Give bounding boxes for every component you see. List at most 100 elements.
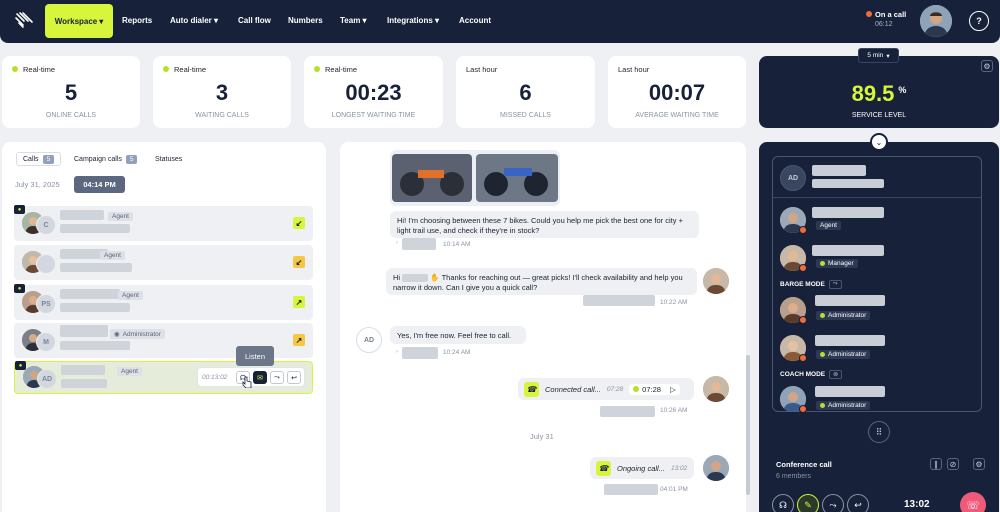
agent-avatar bbox=[703, 455, 729, 481]
stat-caption: LONGEST WAITING TIME bbox=[331, 112, 416, 119]
redacted-sender bbox=[583, 295, 655, 306]
tab-calls[interactable]: Calls 5 bbox=[16, 152, 62, 166]
stat-caption: MISSED CALLS bbox=[500, 112, 551, 119]
nav-auto-dialer[interactable]: Auto dialer ▾ bbox=[170, 16, 218, 25]
calls-date: July 31, 2025 bbox=[15, 180, 60, 189]
service-level-number: 89.5 bbox=[851, 81, 895, 106]
redacted-number bbox=[60, 263, 132, 272]
redacted-number bbox=[60, 224, 130, 233]
stat-label: Real-time bbox=[12, 65, 55, 74]
redacted-name bbox=[815, 335, 885, 346]
call-status[interactable]: On a call 06:12 bbox=[866, 10, 906, 28]
redacted-sender bbox=[604, 484, 658, 495]
redacted-number bbox=[812, 179, 884, 188]
call-duration: 13:02 bbox=[670, 464, 688, 472]
stat-label-text: Real-time bbox=[325, 65, 358, 74]
tab-campaign-calls[interactable]: Campaign calls 5 bbox=[68, 152, 143, 166]
barge-mode-label: BARGE MODE ⤳ bbox=[780, 280, 842, 289]
agent-initials bbox=[36, 254, 56, 274]
chevron-down-icon: ▾ bbox=[214, 16, 219, 25]
collapse-chevron-icon[interactable]: ⌄ bbox=[870, 133, 888, 151]
bike-images[interactable] bbox=[390, 150, 560, 206]
chevron-down-icon: ▾ bbox=[886, 52, 890, 60]
settings-gear-icon[interactable]: ⚙ bbox=[973, 458, 985, 470]
nav-team[interactable]: Team ▾ bbox=[340, 16, 367, 25]
reply-icon: › bbox=[396, 349, 398, 355]
record-icon bbox=[633, 386, 640, 392]
customer-avatar: AD bbox=[356, 327, 382, 353]
interval-select[interactable]: 5 min ▾ bbox=[858, 48, 899, 63]
help-icon[interactable]: ? bbox=[969, 11, 989, 31]
stat-label: Real-time bbox=[163, 65, 206, 74]
redacted-name bbox=[60, 210, 104, 220]
nav-account[interactable]: Account bbox=[459, 16, 491, 25]
online-dot-icon bbox=[820, 261, 825, 266]
stat-value: 00:23 bbox=[345, 80, 402, 105]
barge-icon: ⤳ bbox=[828, 280, 842, 289]
nav-integrations-label: Integrations bbox=[387, 16, 433, 25]
redacted-sender bbox=[600, 406, 655, 417]
message-time: 04:01 PM bbox=[660, 486, 688, 493]
mute-icon[interactable]: ⊘ bbox=[947, 458, 959, 470]
stat-label-text: Real-time bbox=[23, 65, 56, 74]
message-greeting: Hi bbox=[393, 273, 401, 282]
call-row[interactable]: Agent ↙ bbox=[14, 245, 313, 280]
logo-icon[interactable] bbox=[14, 11, 34, 31]
call-row[interactable]: ● C Agent ↙ bbox=[14, 205, 313, 241]
role-badge: Manager bbox=[816, 259, 858, 268]
settings-gear-icon[interactable]: ⚙ bbox=[981, 60, 993, 72]
barge-icon[interactable]: ⤳ bbox=[822, 494, 844, 512]
reply-icon: › bbox=[396, 240, 398, 246]
stat-value: 00:07 bbox=[648, 80, 706, 105]
status-dot-icon bbox=[799, 354, 807, 362]
coach-hat-icon[interactable]: ✎ bbox=[797, 494, 819, 512]
play-icon[interactable]: ▷ bbox=[670, 385, 676, 394]
whisper-icon[interactable]: ✉ bbox=[253, 371, 267, 384]
redacted-number bbox=[60, 341, 130, 350]
online-dot-icon bbox=[820, 352, 825, 357]
nav-call-flow[interactable]: Call flow bbox=[238, 16, 271, 25]
coach-mode-text: COACH MODE bbox=[780, 371, 826, 378]
status-dot-icon bbox=[799, 264, 807, 272]
cursor-hand-icon bbox=[242, 376, 252, 388]
recording-player[interactable]: 07:28 ▷ bbox=[629, 383, 680, 395]
return-icon[interactable]: ↩ bbox=[287, 371, 301, 384]
nav-workspace[interactable]: Workspace ▾ bbox=[45, 4, 113, 38]
tab-statuses[interactable]: Statuses bbox=[149, 152, 188, 166]
hang-up-icon[interactable]: ☏ bbox=[960, 492, 986, 512]
role-badge: Agent bbox=[118, 291, 143, 300]
stat-caption: AVERAGE WAITING TIME bbox=[635, 112, 719, 119]
stat-label: Last hour bbox=[618, 65, 650, 74]
role-badge: Agent bbox=[816, 221, 841, 230]
role-badge-label: Administrator bbox=[122, 330, 161, 338]
online-dot-icon bbox=[820, 403, 825, 408]
transfer-back-icon[interactable]: ↩ bbox=[847, 494, 869, 512]
redacted-name bbox=[815, 295, 885, 306]
nav-reports[interactable]: Reports bbox=[122, 16, 152, 25]
agent-initials: PS bbox=[36, 294, 56, 314]
dialpad-icon[interactable]: ⠿ bbox=[868, 421, 890, 443]
nav-numbers[interactable]: Numbers bbox=[288, 16, 323, 25]
agent-initials: M bbox=[36, 332, 56, 352]
recording-duration: 07:28 bbox=[642, 384, 661, 394]
barge-icon[interactable]: ⤳ bbox=[270, 371, 284, 384]
stat-card-missed-calls: Last hour 6 MISSED CALLS bbox=[456, 56, 595, 128]
pause-icon[interactable]: ∥ bbox=[930, 458, 942, 470]
tab-count-badge: 5 bbox=[125, 154, 138, 164]
nav-integrations[interactable]: Integrations ▾ bbox=[387, 16, 439, 25]
chat-scrollbar[interactable] bbox=[746, 355, 750, 495]
live-dot-icon bbox=[163, 66, 169, 72]
redacted-name bbox=[60, 289, 120, 299]
participants-list: AD Agent Manager BARGE MODE ⤳ Administrat… bbox=[772, 156, 982, 413]
wave-emoji-icon: ✋ bbox=[430, 273, 440, 282]
message-bubble: Yes, I'm free now. Feel free to call. bbox=[390, 326, 526, 344]
message-time: 10:26 AM bbox=[660, 407, 688, 414]
service-level-caption: SERVICE LEVEL bbox=[851, 112, 907, 119]
stat-caption: WAITING CALLS bbox=[195, 112, 249, 119]
redacted-name bbox=[61, 365, 105, 375]
listen-ear-icon[interactable]: ☊ bbox=[772, 494, 794, 512]
user-avatar[interactable] bbox=[920, 5, 952, 37]
barge-mode-text: BARGE MODE bbox=[780, 281, 825, 288]
call-row[interactable]: ● PS Agent ↗ bbox=[14, 284, 313, 320]
call-status-time: 06:12 bbox=[875, 21, 893, 28]
